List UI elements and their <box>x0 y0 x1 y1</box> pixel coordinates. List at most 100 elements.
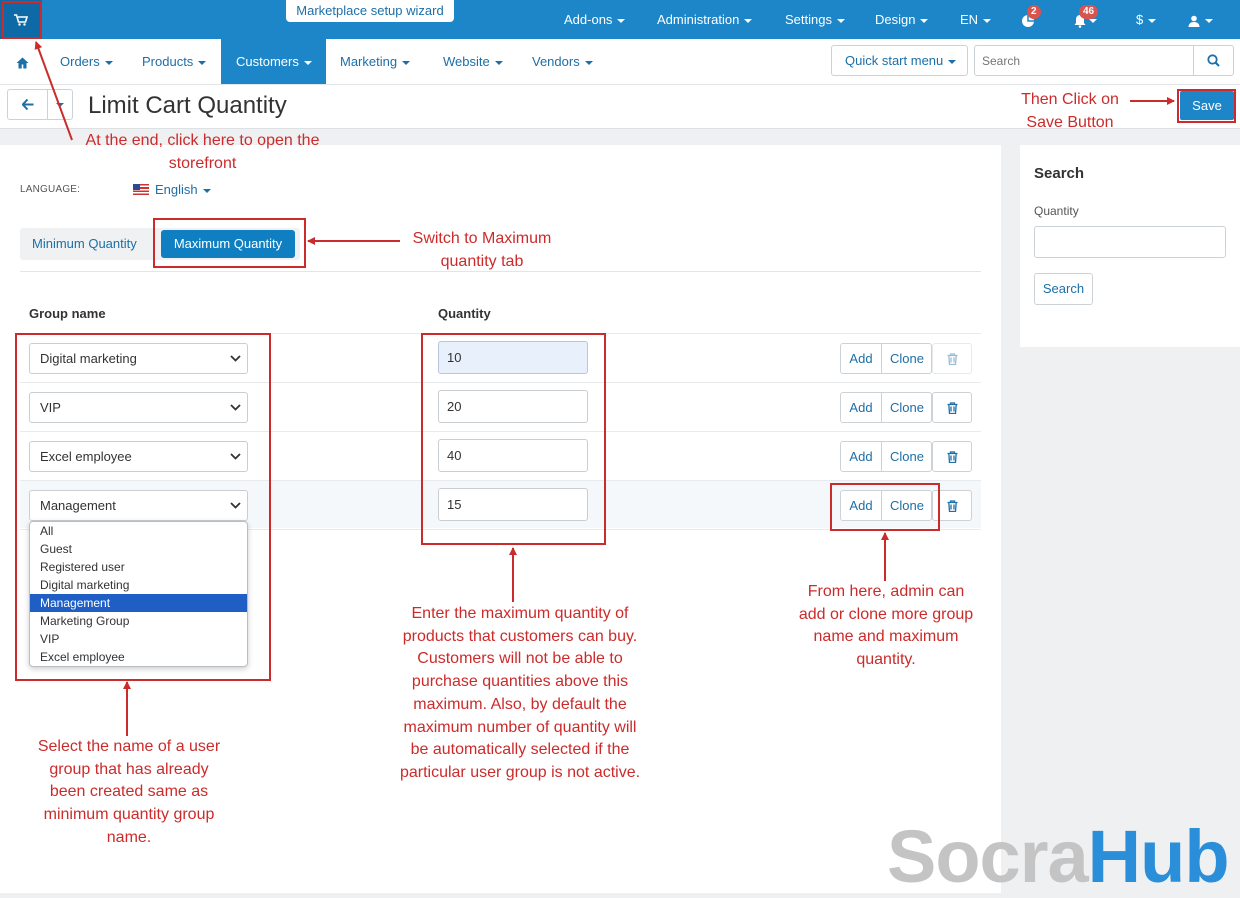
search-icon <box>1207 54 1220 67</box>
chevron-down-icon <box>402 60 411 65</box>
annotation-box-add-clone <box>830 483 940 531</box>
trash-icon <box>947 352 957 365</box>
menu-user[interactable] <box>1188 0 1213 39</box>
logo-part2: Hub <box>1087 815 1230 898</box>
header-group-name: Group name <box>29 306 106 321</box>
chevron-down-icon <box>303 60 312 65</box>
nav-orders-label: Orders <box>60 54 100 69</box>
nav-website[interactable]: Website <box>443 39 503 84</box>
trash-icon <box>947 450 957 463</box>
clone-button[interactable]: Clone <box>882 393 932 422</box>
chevron-down-icon <box>1148 18 1157 23</box>
language-label: LANGUAGE: <box>20 184 81 195</box>
add-button[interactable]: Add <box>841 344 882 373</box>
search-input[interactable] <box>975 46 1195 75</box>
menu-administration-label: Administration <box>657 12 740 27</box>
delete-button[interactable] <box>932 441 972 472</box>
sidebar-quantity-input[interactable] <box>1034 226 1226 258</box>
top-search <box>974 45 1234 76</box>
chevron-down-icon <box>948 59 957 64</box>
sidebar-quantity-label: Quantity <box>1034 204 1079 218</box>
add-clone-group: Add Clone <box>840 441 932 472</box>
annotation-add-clone: From here, admin can add or clone more g… <box>798 583 974 669</box>
menu-settings[interactable]: Settings <box>785 0 845 39</box>
annotation-box-group <box>15 333 271 681</box>
language-selector[interactable]: English <box>133 182 211 197</box>
chevron-down-icon <box>202 188 211 193</box>
back-dropdown-toggle[interactable] <box>48 90 72 119</box>
nav-marketing-label: Marketing <box>340 54 398 69</box>
top-bar: Marketplace setup wizard Add-ons Adminis… <box>0 0 1240 39</box>
nav-vendors-label: Vendors <box>532 54 580 69</box>
chevron-down-icon <box>56 102 64 107</box>
search-sidebar: Search Quantity Search <box>1020 145 1240 347</box>
socrahub-logo: SocraHub <box>887 820 1230 894</box>
menu-addons-label: Add-ons <box>564 12 613 27</box>
annotation-box-quantity <box>421 333 606 545</box>
nav-products[interactable]: Products <box>142 39 207 84</box>
add-clone-group: Add Clone <box>840 343 932 374</box>
clone-button[interactable]: Clone <box>882 344 932 373</box>
annotation-storefront: At the end, click here to open the store… <box>85 132 320 172</box>
annotation-enter-max: Enter the maximum quantity of products t… <box>399 605 641 781</box>
language-value: English <box>155 182 198 197</box>
nav-vendors[interactable]: Vendors <box>532 39 593 84</box>
add-clone-group: Add Clone <box>840 392 932 423</box>
annotation-switch-tab: Switch to Maximum quantity tab <box>412 230 552 270</box>
search-button[interactable] <box>1193 46 1233 75</box>
add-button[interactable]: Add <box>841 393 882 422</box>
nav-orders[interactable]: Orders <box>60 39 113 84</box>
nav-products-label: Products <box>142 54 194 69</box>
chevron-down-icon <box>1089 18 1097 23</box>
annotation-box-cart <box>2 1 42 39</box>
arrow-left-icon <box>21 99 33 110</box>
annotation-save: Then Click on Save Button <box>1021 91 1119 131</box>
notifications-button[interactable]: 46 <box>1073 0 1107 39</box>
menu-addons[interactable]: Add-ons <box>564 0 626 39</box>
chevron-down-icon <box>494 60 503 65</box>
annotation-box-save <box>1177 89 1236 123</box>
chevron-down-icon <box>744 18 753 23</box>
chevron-down-icon <box>584 60 593 65</box>
currency-label: $ <box>1136 12 1144 27</box>
menu-currency[interactable]: $ <box>1136 0 1157 39</box>
nav-customers-label: Customers <box>236 54 299 69</box>
trash-icon <box>947 401 957 414</box>
us-flag-icon <box>133 184 149 195</box>
marketplace-setup-wizard-button[interactable]: Marketplace setup wizard <box>286 0 454 22</box>
menu-design-label: Design <box>875 12 916 27</box>
quick-start-label: Quick start menu <box>845 53 944 68</box>
nav-website-label: Website <box>443 54 490 69</box>
chevron-down-icon <box>836 18 845 23</box>
back-button[interactable] <box>8 90 48 119</box>
delete-button[interactable] <box>932 392 972 423</box>
chevron-down-icon <box>983 18 992 23</box>
chevron-down-icon <box>617 18 626 23</box>
annotation-box-tab <box>153 218 306 268</box>
header-quantity: Quantity <box>438 306 491 321</box>
clone-button[interactable]: Clone <box>882 442 932 471</box>
logo-part1: Socra <box>887 815 1089 898</box>
nav-marketing[interactable]: Marketing <box>340 39 411 84</box>
sidebar-search-button[interactable]: Search <box>1034 273 1093 305</box>
menu-design[interactable]: Design <box>875 0 929 39</box>
chevron-down-icon <box>198 60 207 65</box>
add-button[interactable]: Add <box>841 442 882 471</box>
delete-button[interactable] <box>932 343 972 374</box>
main-navigation: Orders Products Customers Marketing Webs… <box>0 39 1240 85</box>
orders-notification-button[interactable]: 2 <box>1021 0 1041 39</box>
menu-administration[interactable]: Administration <box>657 0 753 39</box>
home-button[interactable] <box>10 39 34 84</box>
annotation-select-group: Select the name of a user group that has… <box>37 738 221 846</box>
trash-icon <box>947 499 957 512</box>
menu-settings-label: Settings <box>785 12 832 27</box>
nav-customers[interactable]: Customers <box>221 39 326 84</box>
chevron-down-icon <box>920 18 929 23</box>
orders-badge: 2 <box>1027 5 1041 19</box>
menu-language-label: EN <box>960 12 979 27</box>
sidebar-title: Search <box>1034 165 1085 182</box>
tab-minimum-quantity[interactable]: Minimum Quantity <box>32 236 137 251</box>
back-button-group <box>7 89 73 120</box>
quick-start-menu-button[interactable]: Quick start menu <box>831 45 968 76</box>
menu-language[interactable]: EN <box>960 0 992 39</box>
